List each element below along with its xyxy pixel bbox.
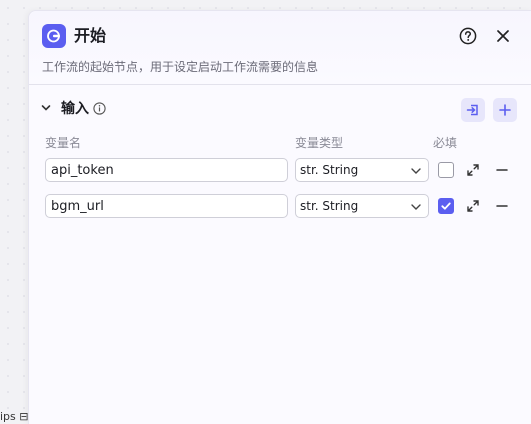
start-node-icon	[42, 24, 66, 48]
panel-title: 开始	[74, 26, 107, 45]
start-node-panel: 开始 工作流的起始节点，用于设定启动工作流需要的信息 输入 变量名 变量类型 必…	[28, 10, 531, 424]
plus-icon	[499, 104, 511, 116]
required-checkbox[interactable]	[438, 198, 454, 214]
variable-row: str. String	[29, 158, 531, 184]
import-icon	[466, 104, 478, 116]
remove-variable-icon[interactable]	[495, 163, 509, 177]
variable-name-input[interactable]	[45, 194, 288, 218]
required-checkbox[interactable]	[438, 162, 454, 178]
variable-type-value: str. String	[300, 163, 359, 177]
variable-type-select[interactable]: str. String	[295, 158, 429, 182]
chevron-down-icon	[411, 204, 421, 210]
expand-icon[interactable]	[466, 163, 480, 177]
help-button[interactable]	[457, 25, 479, 47]
column-header-name: 变量名	[45, 136, 82, 150]
input-section-header[interactable]: 输入	[41, 97, 106, 119]
info-icon[interactable]	[93, 101, 106, 115]
check-icon	[441, 202, 451, 210]
close-icon	[497, 30, 509, 42]
help-icon	[459, 27, 477, 45]
panel-description: 工作流的起始节点，用于设定启动工作流需要的信息	[42, 60, 319, 74]
variable-name-input[interactable]	[45, 158, 288, 182]
variable-type-select[interactable]: str. String	[295, 194, 429, 218]
variable-row: str. String	[29, 194, 531, 220]
import-variables-button[interactable]	[461, 98, 485, 122]
expand-icon[interactable]	[466, 199, 480, 213]
close-button[interactable]	[492, 25, 514, 47]
input-section-title: 输入	[61, 101, 89, 117]
chevron-down-icon[interactable]	[41, 103, 51, 113]
column-header-required: 必填	[433, 136, 458, 150]
remove-variable-icon[interactable]	[495, 199, 509, 213]
chevron-down-icon	[411, 168, 421, 174]
variable-type-value: str. String	[300, 199, 359, 213]
canvas-node-fragment: ips ⊟	[0, 410, 29, 423]
add-variable-button[interactable]	[493, 98, 517, 122]
panel-header: 开始 工作流的起始节点，用于设定启动工作流需要的信息	[29, 11, 531, 85]
column-header-type: 变量类型	[295, 136, 344, 150]
